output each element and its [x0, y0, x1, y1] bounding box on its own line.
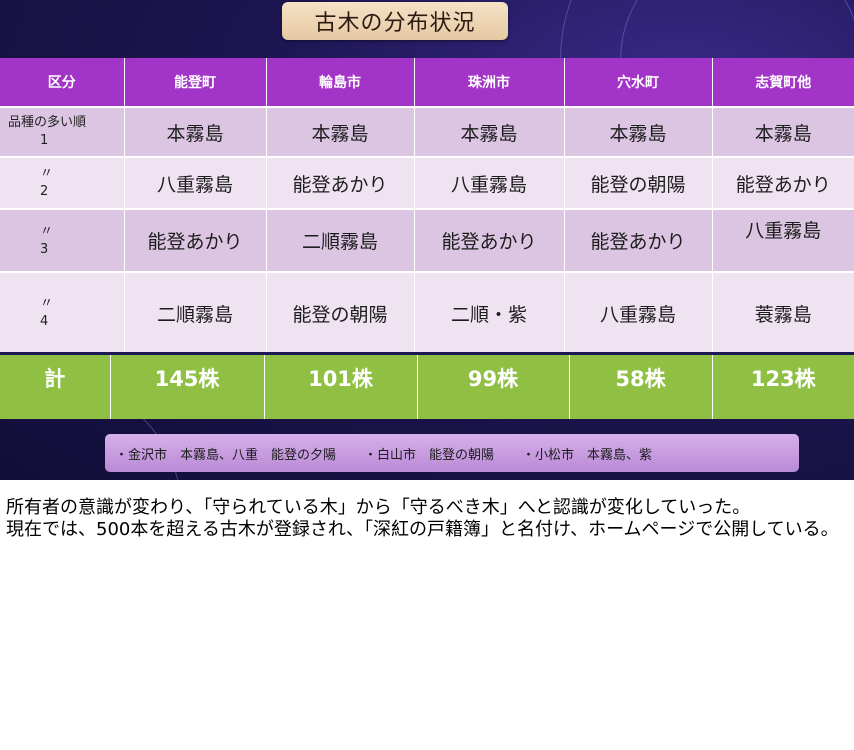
- total-value: 123株: [712, 355, 854, 419]
- table-cell: 本霧島: [266, 107, 415, 158]
- table-cell: 八重霧島: [564, 272, 713, 355]
- table-cell: 二順霧島: [124, 272, 267, 355]
- row-label-text: 〃: [40, 166, 54, 181]
- row-label: 〃 3: [0, 209, 125, 273]
- row-label-number: 4: [40, 314, 49, 329]
- total-label: 計: [0, 355, 111, 419]
- header-cell: 能登町: [124, 58, 267, 108]
- table-cell: 能登あかり: [124, 209, 267, 273]
- row-label-number: 3: [40, 241, 49, 257]
- table-cell: 能登あかり: [712, 157, 854, 210]
- table-cell: 能登あかり: [414, 209, 565, 273]
- total-value: 101株: [264, 355, 418, 419]
- header-cell: 穴水町: [564, 58, 713, 108]
- table-cell: 八重霧島: [124, 157, 267, 210]
- table-cell: 八重霧島: [712, 209, 854, 273]
- table-cell: 二順・紫: [414, 272, 565, 355]
- table-row: 〃 2 八重霧島 能登あかり 八重霧島 能登の朝陽 能登あかり: [0, 157, 854, 210]
- header-cell: 志賀町他: [712, 58, 854, 108]
- table-cell: 蓑霧島: [712, 272, 854, 355]
- table-cell: 能登の朝陽: [564, 157, 713, 210]
- paragraph: 現在では、500本を超える古木が登録され、「深紅の戸籍簿」と名付け、ホームページ…: [6, 519, 839, 540]
- table-cell: 本霧島: [564, 107, 713, 158]
- header-cell: 区分: [0, 58, 125, 108]
- total-value: 145株: [110, 355, 265, 419]
- row-label-text: 品種の多い順: [8, 115, 87, 130]
- table-cell: 本霧島: [414, 107, 565, 158]
- total-row: 計 145株 101株 99株 58株 123株: [0, 355, 854, 419]
- table-cell: 八重霧島: [414, 157, 565, 210]
- note-item: ・金沢市 本霧島、八重 能登の夕陽: [115, 447, 337, 463]
- header-cell: 珠洲市: [414, 58, 565, 108]
- distribution-table: 区分 能登町 輪島市 珠洲市 穴水町 志賀町他 品種の多い順 1 本霧島 本霧島…: [0, 58, 854, 355]
- table-cell: 能登あかり: [564, 209, 713, 273]
- table-cell: 本霧島: [712, 107, 854, 158]
- table-row: 〃 3 能登あかり 二順霧島 能登あかり 能登あかり 八重霧島: [0, 209, 854, 273]
- row-label-text: 〃: [40, 296, 54, 311]
- header-cell: 輪島市: [266, 58, 415, 108]
- note-item: ・小松市 本霧島、紫: [522, 447, 653, 463]
- row-label-number: 1: [40, 133, 49, 148]
- table-cell: 能登あかり: [266, 157, 415, 210]
- table-cell: 二順霧島: [266, 209, 415, 273]
- table-row: 品種の多い順 1 本霧島 本霧島 本霧島 本霧島 本霧島: [0, 107, 854, 158]
- table-cell: 本霧島: [124, 107, 267, 158]
- slide: 古木の分布状況 区分 能登町 輪島市 珠洲市 穴水町 志賀町他 品種の多い順 1…: [0, 0, 854, 480]
- notes-bar: ・金沢市 本霧島、八重 能登の夕陽 ・白山市 能登の朝陽 ・小松市 本霧島、紫: [105, 434, 799, 472]
- row-label: 品種の多い順 1: [0, 107, 125, 158]
- note-item: ・白山市 能登の朝陽: [364, 447, 495, 463]
- table-cell: 能登の朝陽: [266, 272, 415, 355]
- paragraph: 所有者の意識が変わり、「守られている木」から「守るべき木」へと認識が変化していっ…: [6, 497, 751, 518]
- body-text: 所有者の意識が変わり、「守られている木」から「守るべき木」へと認識が変化していっ…: [6, 497, 852, 541]
- total-value: 58株: [569, 355, 713, 419]
- slide-title: 古木の分布状況: [282, 2, 508, 40]
- table-row: 〃 4 二順霧島 能登の朝陽 二順・紫 八重霧島 蓑霧島: [0, 272, 854, 355]
- row-label: 〃 4: [0, 272, 125, 355]
- total-value: 99株: [417, 355, 570, 419]
- table-header-row: 区分 能登町 輪島市 珠洲市 穴水町 志賀町他: [0, 58, 854, 108]
- row-label-text: 〃: [40, 223, 54, 239]
- row-label-number: 2: [40, 184, 49, 199]
- row-label: 〃 2: [0, 157, 125, 210]
